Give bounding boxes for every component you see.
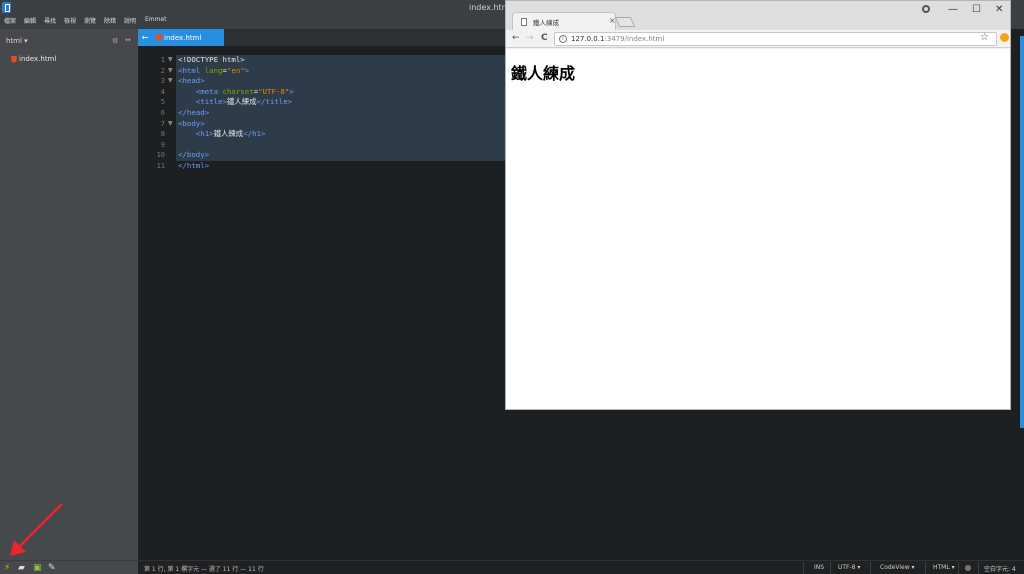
- code-line-10: </body>: [178, 150, 210, 160]
- code-line-3: <head>: [178, 76, 205, 86]
- code-line-4: <meta charset="UTF-8">: [178, 86, 294, 96]
- browser-tab[interactable]: 鐵人練成 ×: [512, 12, 616, 30]
- menu-item-5[interactable]: 除錯: [104, 16, 116, 25]
- status-divider: [958, 562, 959, 574]
- back-arrow-icon[interactable]: ←: [138, 29, 152, 46]
- status-divider: [870, 562, 871, 574]
- file-tree-item-label: index.html: [19, 55, 57, 63]
- line-number: 5: [160, 98, 165, 107]
- android-icon[interactable]: ▣: [33, 563, 42, 573]
- fold-toggle-icon[interactable]: ▼: [168, 66, 173, 77]
- address-url: 127.0.0.1:3479/index.html: [571, 35, 665, 43]
- split-view-icon[interactable]: ↔: [125, 36, 131, 44]
- extension-manager-icon[interactable]: ▰: [18, 563, 25, 573]
- browser-toolbar: ← → C i 127.0.0.1:3479/index.html ☆: [506, 30, 1010, 48]
- code-line-5: <title>鐵人練成</title>: [178, 97, 293, 107]
- new-tab-button[interactable]: [614, 17, 636, 27]
- line-number: 2: [160, 66, 165, 75]
- line-number: 9: [160, 140, 165, 149]
- menu-item-4[interactable]: 瀏覽: [84, 16, 96, 25]
- info-icon[interactable]: i: [559, 35, 567, 43]
- maximize-button[interactable]: ☐: [972, 2, 981, 18]
- page-heading: 鐵人練成: [511, 64, 576, 83]
- code-line-2: <html lang="en">: [178, 65, 250, 75]
- fold-toggle-icon[interactable]: ▼: [168, 55, 173, 66]
- code-line-1: <!DOCTYPE html>: [178, 55, 245, 64]
- encoding-dropdown[interactable]: UTF-8 ▾: [838, 564, 860, 571]
- project-sidebar: html ▾ ⚙ ↔ index.html: [0, 29, 138, 560]
- browser-tab-strip: 鐵人練成 × — ☐ ✕: [506, 1, 1010, 30]
- status-bar: 第 1 行, 第 1 欄字元 — 選了 11 行 — 11 行 INS UTF-…: [138, 560, 1024, 574]
- html5-file-icon: [11, 55, 17, 63]
- live-preview-icon[interactable]: ⚡: [4, 563, 10, 573]
- close-button[interactable]: ✕: [995, 2, 1003, 18]
- fold-toggle-icon[interactable]: ▼: [168, 119, 173, 130]
- line-number: 8: [160, 130, 165, 139]
- scrollbar-thumb[interactable]: [1020, 36, 1024, 428]
- code-line-6: </head>: [178, 108, 210, 117]
- menu-item-7[interactable]: Emmet: [145, 16, 167, 23]
- code-editor[interactable]: 1 ▼ 2 ▼ 3 ▼ 4 5 6 7 ▼ 8 9 10 11 <!DOCTYPE html> <html …: [138, 46, 505, 560]
- status-divider: [830, 562, 831, 574]
- menu-item-1[interactable]: 編輯: [24, 16, 36, 25]
- project-dropdown[interactable]: html ▾: [6, 37, 28, 45]
- tools-icon[interactable]: ✎: [48, 563, 56, 573]
- status-divider: [978, 562, 979, 574]
- code-line-7: <body>: [178, 118, 205, 128]
- line-number: 7: [160, 119, 165, 128]
- linter-status-icon[interactable]: [965, 565, 971, 571]
- browser-tab-title: 鐵人練成: [533, 19, 559, 27]
- line-number: 1: [160, 56, 165, 64]
- annotation-arrow: [10, 503, 63, 556]
- menu-item-6[interactable]: 說明: [124, 16, 136, 25]
- back-icon[interactable]: ←: [512, 32, 520, 44]
- codeview-dropdown[interactable]: CodeView ▾: [880, 564, 915, 571]
- code-line-8: <h1>鐵人練成</h1>: [178, 129, 266, 139]
- cursor-position: 第 1 行, 第 1 欄字元 — 選了 11 行 — 11 行: [144, 566, 264, 573]
- brackets-app-icon: [2, 2, 11, 13]
- file-tree-item[interactable]: index.html: [11, 54, 56, 64]
- browser-window: 鐵人練成 × — ☐ ✕ ← → C i 127.0.0.1:3479/inde…: [505, 0, 1011, 410]
- editor-tab-bar: ← index.html: [138, 29, 505, 46]
- extension-icon[interactable]: [1000, 33, 1009, 42]
- reload-icon[interactable]: C: [541, 32, 548, 44]
- fold-toggle-icon[interactable]: ▼: [168, 76, 173, 87]
- gear-icon[interactable]: ⚙: [112, 37, 118, 45]
- status-divider: [925, 562, 926, 574]
- line-number: 11: [156, 162, 165, 170]
- menu-item-0[interactable]: 檔案: [4, 16, 16, 25]
- minimize-button[interactable]: —: [948, 2, 958, 18]
- bookmark-star-icon[interactable]: ☆: [980, 32, 989, 43]
- html5-file-icon: [156, 34, 162, 41]
- forward-icon[interactable]: →: [526, 32, 534, 44]
- language-dropdown[interactable]: HTML ▾: [933, 564, 955, 571]
- line-number: 4: [160, 87, 165, 96]
- tab-label: index.html: [164, 33, 202, 42]
- menu-item-2[interactable]: 尋找: [44, 16, 56, 25]
- code-line-11: </html>: [178, 161, 210, 170]
- profile-icon[interactable]: [922, 5, 930, 13]
- page-icon: [521, 18, 527, 26]
- line-number: 3: [160, 77, 165, 86]
- indent-spaces-setting[interactable]: 空白字元: 4: [984, 564, 1016, 573]
- bottom-toolbar: ⚡ ▰ ▣ ✎: [0, 560, 138, 574]
- insert-mode-toggle[interactable]: INS: [814, 564, 824, 571]
- status-divider: [803, 562, 804, 574]
- address-bar[interactable]: i 127.0.0.1:3479/index.html ☆: [554, 32, 997, 46]
- tab-index-html[interactable]: index.html: [152, 29, 224, 46]
- browser-viewport: 鐵人練成: [506, 49, 1010, 409]
- line-number: 10: [156, 151, 165, 160]
- menu-item-3[interactable]: 檢視: [64, 16, 76, 25]
- line-number: 6: [160, 109, 165, 117]
